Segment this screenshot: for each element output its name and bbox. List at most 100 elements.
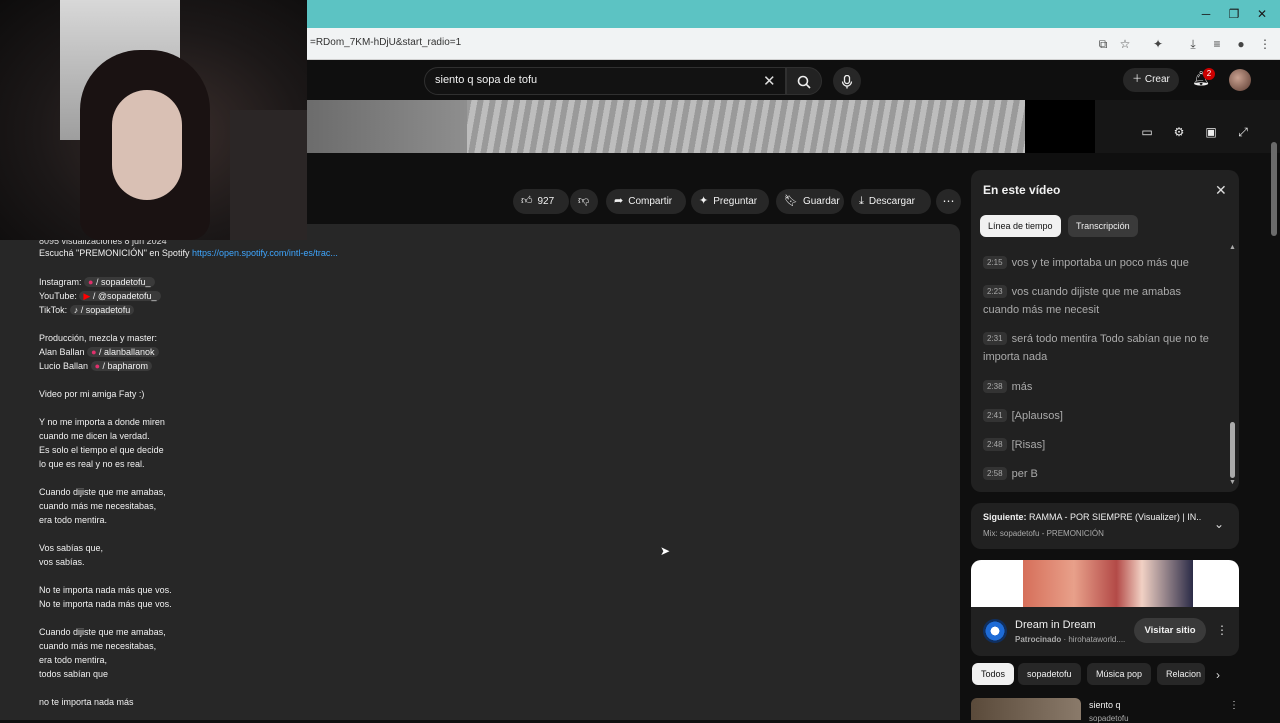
page-scrollbar[interactable] <box>1271 142 1277 236</box>
tab-transcript[interactable]: Transcripción <box>1068 215 1138 237</box>
visit-site-button[interactable]: Visitar sitio <box>1134 618 1206 643</box>
segment-text: más <box>1011 381 1033 393</box>
video-letterbox <box>1025 100 1095 153</box>
close-icon[interactable]: ✕ <box>1215 182 1227 199</box>
minimize-icon[interactable]: ─ <box>1198 6 1214 22</box>
chip-pop-music[interactable]: Música pop <box>1087 663 1152 685</box>
media-control-icon[interactable]: ≡ <box>1208 35 1226 53</box>
lyric-line: cuando más me necesitabas, <box>39 641 157 651</box>
instagram-handle: / sopadetofu_ <box>96 277 151 287</box>
lyric-line: No te importa nada más que vos. <box>39 585 172 595</box>
lyric-line: Es solo el tiempo el que decide <box>39 445 164 455</box>
share-icon: ➦ <box>614 195 624 207</box>
fullscreen-icon[interactable]: ⤢ <box>1234 125 1252 141</box>
save-button[interactable]: 🔖︎ Guardar <box>776 189 844 214</box>
transcript-segment[interactable]: 2:23 vos cuando dijiste que me amabas cua… <box>983 283 1218 319</box>
create-button[interactable]: ＋ Crear <box>1123 68 1179 92</box>
up-next-label: Siguiente: <box>983 512 1027 522</box>
install-app-icon[interactable]: ⧉ <box>1094 35 1112 53</box>
ad-title[interactable]: Dream in Dream <box>1015 619 1096 631</box>
url-text[interactable]: =RDom_7KM-hDjU&start_radio=1 <box>310 37 461 48</box>
up-next-card[interactable] <box>971 503 1239 549</box>
tab-timeline[interactable]: Línea de tiempo <box>980 215 1061 237</box>
voice-search-button[interactable] <box>833 67 861 95</box>
more-actions-button[interactable]: ⋯ <box>936 189 961 214</box>
webcam-background-shelf <box>230 110 307 240</box>
more-vertical-icon[interactable]: ⋮ <box>1229 700 1239 711</box>
ad-sponsor-line: Patrocinado · hirohataworld.... <box>1015 635 1125 644</box>
download-button[interactable]: ⤓ Descargar <box>851 189 931 214</box>
download-icon[interactable]: ⤓ <box>1184 35 1202 53</box>
account-avatar[interactable] <box>1229 69 1251 91</box>
recommended-video-title[interactable]: siento q <box>1089 700 1121 710</box>
settings-gear-icon[interactable]: ⚙ <box>1170 125 1188 141</box>
tiktok-icon: ♪ <box>73 305 79 315</box>
lyric-line: lo que es real y no es real. <box>39 459 145 469</box>
lucio-line: Lucio Ballan ● / bapharom <box>39 361 153 371</box>
youtube-icon: ▶ <box>83 291 91 301</box>
search-query[interactable]: siento q sopa de tofu <box>435 74 537 86</box>
scroll-down-arrow-icon[interactable]: ▼ <box>1229 479 1236 486</box>
lyric-line: Cuando dijiste que me amabas, <box>39 487 166 497</box>
transcript-segment[interactable]: 2:48 [Risas] <box>983 436 1218 454</box>
transcript-segment[interactable]: 2:15 vos y te importaba un poco más que <box>983 254 1218 272</box>
chevron-down-icon[interactable]: ⌄ <box>1214 517 1224 531</box>
search-icon <box>797 75 811 89</box>
clear-search-icon[interactable]: ✕ <box>763 72 776 90</box>
chip-sopadetofu[interactable]: sopadetofu <box>1018 663 1081 685</box>
theater-mode-icon[interactable]: ▣ <box>1202 125 1220 141</box>
spotify-link[interactable]: https://open.spotify.com/intl-es/trac... <box>192 248 338 258</box>
segment-text: per B <box>1011 468 1038 480</box>
alan-instagram-link[interactable]: ● / alanballanok <box>87 347 159 357</box>
lucio-handle: / bapharom <box>102 361 149 371</box>
transcript-segment[interactable]: 2:58 per B <box>983 465 1218 483</box>
panel-scrollbar[interactable] <box>1230 422 1235 478</box>
lucio-instagram-link[interactable]: ● / bapharom <box>90 361 153 371</box>
download-arrow-icon: ⤓ <box>859 195 864 207</box>
scroll-up-arrow-icon[interactable]: ▲ <box>1229 244 1236 251</box>
instagram-line: Instagram: ● / sopadetofu_ <box>39 277 155 287</box>
instagram-icon: ● <box>88 277 94 287</box>
bookmark-star-icon[interactable]: ☆ <box>1116 35 1134 53</box>
alan-handle: / alanballanok <box>99 347 155 357</box>
chevron-right-icon[interactable]: › <box>1216 668 1220 682</box>
chip-related[interactable]: Relacion <box>1157 663 1205 685</box>
ask-button[interactable]: ✦ Preguntar <box>691 189 769 214</box>
video-frame-left <box>307 100 467 153</box>
more-vertical-icon[interactable]: ⋮ <box>1216 623 1228 637</box>
tiktok-link[interactable]: ♪ / sopadetofu <box>69 305 135 315</box>
instagram-icon: ● <box>94 361 100 371</box>
profile-icon[interactable]: ● <box>1232 35 1250 53</box>
spotify-prefix: Escuchá "PREMONICIÓN" en Spotify <box>39 248 190 258</box>
lyric-line: Y no me importa a donde miren <box>39 417 165 427</box>
tiktok-handle: / sopadetofu <box>80 305 131 315</box>
subtitles-icon[interactable]: ▭ <box>1138 125 1156 141</box>
restore-icon[interactable]: ❐ <box>1226 6 1242 22</box>
recommended-video-thumbnail[interactable] <box>971 698 1081 720</box>
youtube-handle: / @sopadetofu_ <box>92 291 157 301</box>
extensions-icon[interactable]: ✦ <box>1149 35 1167 53</box>
download-label: Descargar <box>868 196 916 207</box>
close-window-icon[interactable]: ✕ <box>1254 6 1270 22</box>
like-count: 927 <box>537 196 555 207</box>
tiktok-line: TikTok: ♪ / sopadetofu <box>39 305 135 315</box>
segment-text: [Aplausos] <box>1011 410 1063 422</box>
transcript-segment[interactable]: 2:41 [Aplausos] <box>983 407 1218 425</box>
segment-text: vos y te importaba un poco más que <box>1011 257 1189 269</box>
chip-all[interactable]: Todos <box>972 663 1015 685</box>
youtube-line: YouTube: ▶ / @sopadetofu_ <box>39 291 161 302</box>
recommended-video-channel: sopadetofu <box>1089 714 1129 723</box>
dislike-button[interactable]: 👎︎ <box>570 189 598 214</box>
share-button[interactable]: ➦ Compartir <box>606 189 686 214</box>
youtube-link[interactable]: ▶ / @sopadetofu_ <box>79 291 161 301</box>
instagram-icon: ● <box>91 347 97 357</box>
ad-domain: · hirohataworld.... <box>1063 635 1126 644</box>
instagram-link[interactable]: ● / sopadetofu_ <box>84 277 155 287</box>
like-button[interactable]: 👍︎ 927 <box>513 189 569 214</box>
transcript-segment[interactable]: 2:38 más <box>983 378 1218 396</box>
search-button[interactable] <box>786 67 822 95</box>
transcript-segment[interactable]: 2:31 será todo mentira Todo sabían que no… <box>983 330 1218 366</box>
search-input[interactable]: siento q sopa de tofu ✕ <box>424 67 786 95</box>
share-label: Compartir <box>628 196 673 207</box>
browser-menu-icon[interactable]: ⋮ <box>1256 35 1274 53</box>
